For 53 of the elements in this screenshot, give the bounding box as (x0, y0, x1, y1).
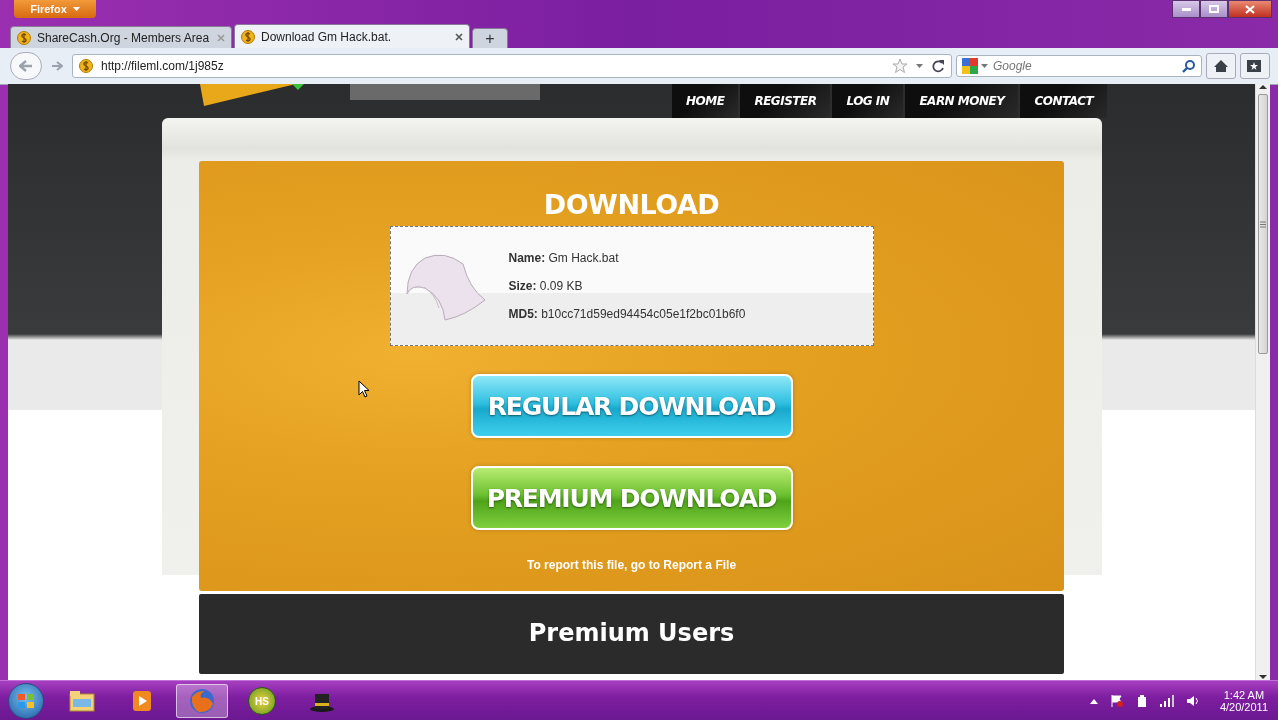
clock-time: 1:42 AM (1223, 689, 1265, 701)
report-text: To report this file, go to Report a File (526, 558, 737, 572)
close-tab-icon[interactable] (455, 32, 463, 41)
dropdown-arrow-icon[interactable] (981, 64, 988, 68)
back-arrow-icon (19, 60, 33, 72)
browser-tab[interactable]: Download Gm Hack.bat. (234, 24, 470, 48)
star-icon[interactable] (892, 58, 908, 74)
speaker-icon[interactable] (1185, 695, 1200, 707)
signal-icon[interactable] (1159, 695, 1174, 707)
scrollbar-thumb[interactable] (1258, 94, 1268, 354)
clock[interactable]: 1:42 AM 4/20/2011 (1219, 689, 1268, 713)
file-detail: Size: 0.09 KB (508, 279, 584, 293)
address-field[interactable]: http://fileml.com/1j985z (72, 54, 952, 78)
file-detail: MD5: b10cc71d59ed94454c05e1f2bc01b6f0 (508, 307, 746, 321)
forward-arrow-icon (51, 61, 63, 71)
search-icon[interactable] (1182, 59, 1196, 73)
dropdown-arrow-icon (72, 7, 80, 11)
new-tab-button[interactable]: + (472, 28, 508, 48)
close-icon (1245, 4, 1255, 14)
windows-logo-icon (17, 693, 35, 709)
reload-icon[interactable] (931, 59, 945, 73)
grip-icon (1260, 220, 1266, 228)
close-button[interactable] (1228, 0, 1272, 18)
show-hidden-icons-icon[interactable] (1089, 698, 1098, 704)
coin-icon (17, 29, 31, 46)
nav-link[interactable]: HOME (672, 84, 739, 118)
download-heading: DOWNLOAD (543, 189, 720, 220)
premium-users-heading: Premium Users (528, 619, 735, 649)
minimize-button[interactable] (1172, 0, 1200, 18)
maximize-button[interactable] (1200, 0, 1228, 18)
bookmarks-button[interactable] (1240, 53, 1270, 79)
scrollbar[interactable] (1255, 84, 1270, 680)
browser-icon (189, 688, 215, 714)
browser-tab[interactable]: ShareCash.Org - Members Area (10, 26, 232, 48)
file-detail: Name: Gm Hack.bat (508, 251, 620, 265)
mouse-cursor-icon (358, 380, 370, 398)
coin-icon (241, 28, 255, 45)
nav-link[interactable]: CONTACT (1020, 84, 1108, 118)
flag-icon[interactable] (1109, 694, 1124, 708)
home-icon (1213, 59, 1229, 73)
home-button[interactable] (1206, 53, 1236, 79)
nav-link[interactable]: LOG IN (832, 84, 904, 118)
start-button[interactable] (8, 683, 44, 719)
dropdown-arrow-icon[interactable] (916, 64, 923, 68)
media-player-icon (132, 690, 152, 712)
clock-date: 4/20/2011 (1219, 701, 1268, 713)
coin-icon (79, 58, 93, 74)
search-field[interactable]: Google (956, 55, 1202, 77)
nav-link[interactable]: REGISTER (740, 84, 831, 118)
nav-link[interactable]: EARN MONEY (905, 84, 1019, 118)
folder-icon (69, 690, 95, 712)
minimize-icon (1181, 7, 1191, 11)
maximize-icon (1209, 5, 1219, 13)
